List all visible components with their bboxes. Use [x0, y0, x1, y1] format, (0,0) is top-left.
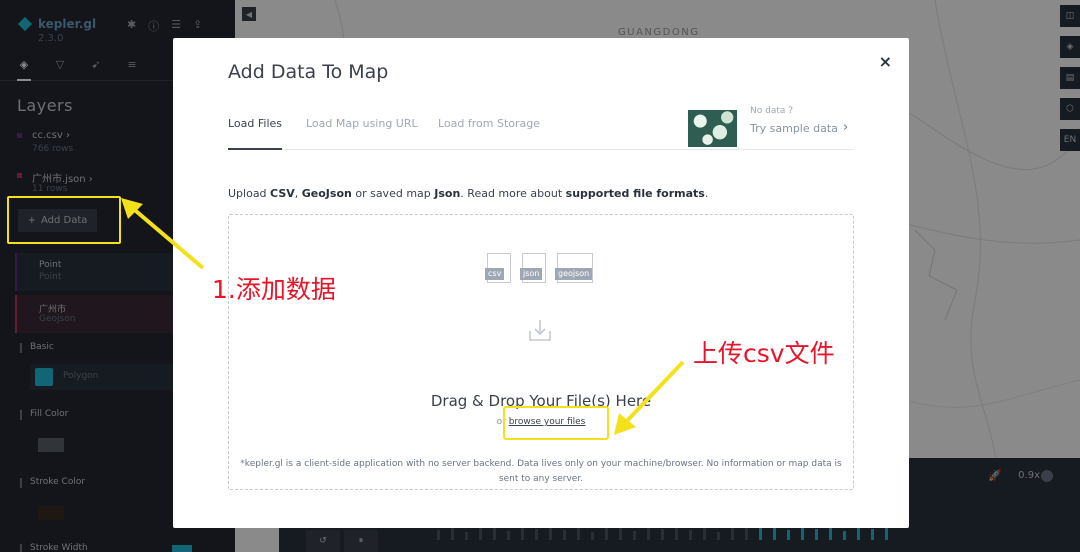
- annotation-add-data: 1.添加数据: [212, 275, 336, 304]
- arrow-to-add-data: [121, 198, 205, 270]
- annotation-upload-csv: 上传csv文件: [693, 339, 835, 368]
- annotation-arrows: [121, 198, 685, 435]
- arrow-to-browse: [614, 360, 685, 435]
